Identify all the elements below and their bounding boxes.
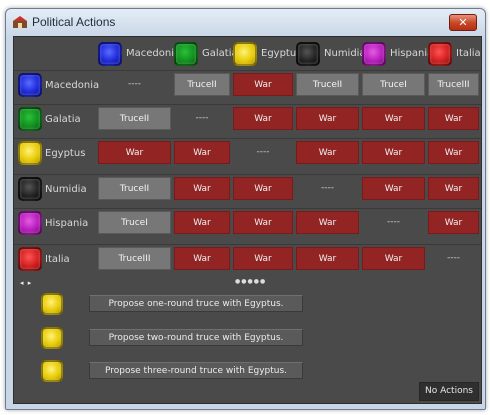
hispania-emblem-icon	[362, 42, 386, 66]
macedonia-emblem-icon	[98, 42, 122, 66]
relation-cell-war[interactable]: War	[233, 177, 293, 200]
numidia-emblem-icon	[296, 42, 320, 66]
relation-cell-none: ----	[321, 183, 334, 193]
diplomacy-panel: Macedonia Galatia Egyptus Numidia Hispania It…	[13, 36, 482, 404]
title-bar[interactable]: Political Actions ✕	[6, 9, 485, 35]
propose-truce-button[interactable]: Propose three-round truce with Egyptus.	[89, 362, 303, 379]
row-divider	[14, 104, 481, 105]
macedonia-emblem-icon	[18, 73, 42, 97]
relation-cell-war[interactable]: War	[428, 141, 479, 164]
relation-cell-truce[interactable]: TruceI	[98, 211, 171, 234]
relation-cell-war[interactable]: War	[428, 107, 479, 130]
relation-cell-war[interactable]: War	[362, 107, 425, 130]
relation-cell-none: ----	[128, 79, 141, 89]
relation-cell-war[interactable]: War	[98, 141, 171, 164]
relation-cell-war[interactable]: War	[362, 141, 425, 164]
row-divider	[14, 174, 481, 175]
relation-cell-war[interactable]: War	[233, 247, 293, 270]
close-button[interactable]: ✕	[449, 14, 477, 31]
galatia-emblem-icon	[174, 42, 198, 66]
row-header-label: Macedonia	[45, 80, 100, 91]
relation-cell-truce[interactable]: TruceI	[362, 73, 425, 96]
row-header-label: Galatia	[45, 114, 81, 125]
row-header-label: Hispania	[45, 218, 89, 229]
relation-cell-war[interactable]: War	[296, 141, 359, 164]
row-header-label: Numidia	[45, 184, 87, 195]
row-divider	[14, 244, 481, 245]
numidia-emblem-icon	[18, 177, 42, 201]
relation-cell-war[interactable]: War	[296, 107, 359, 130]
column-header-label: Italia	[456, 48, 481, 59]
row-header-label: Egyptus	[45, 148, 86, 159]
relation-cell-none: ----	[387, 217, 400, 227]
column-header-label: Macedonia	[126, 48, 181, 59]
italia-emblem-icon	[428, 42, 452, 66]
relation-cell-none: ----	[256, 147, 270, 157]
relation-cell-war[interactable]: War	[174, 177, 230, 200]
italia-emblem-icon	[18, 247, 42, 271]
row-divider	[14, 70, 481, 71]
egyptus-emblem-icon	[18, 141, 42, 165]
relation-cell-truce[interactable]: TruceIII	[428, 73, 479, 96]
relation-cell-war[interactable]: War	[233, 107, 293, 130]
row-divider	[14, 208, 481, 209]
egyptus-emblem-icon	[233, 42, 257, 66]
page-dots[interactable]: ●●●●●	[235, 278, 266, 285]
relation-cell-war[interactable]: War	[362, 177, 425, 200]
row-divider	[14, 138, 481, 139]
relation-cell-war[interactable]: War	[174, 141, 230, 164]
egyptus-emblem-icon	[41, 293, 63, 315]
row-header-label: Italia	[45, 254, 70, 265]
app-icon	[13, 16, 27, 28]
relation-cell-war[interactable]: War	[428, 177, 479, 200]
relation-cell-war[interactable]: War	[174, 247, 230, 270]
propose-truce-button[interactable]: Propose one-round truce with Egyptus.	[89, 295, 303, 312]
column-header-label: Numidia	[324, 48, 366, 59]
scroll-arrows[interactable]: ◂ ▸	[20, 279, 32, 287]
relation-cell-war[interactable]: War	[296, 211, 359, 234]
relation-cell-war[interactable]: War	[174, 211, 230, 234]
relation-cell-truce[interactable]: TruceIII	[98, 247, 171, 270]
relation-cell-war[interactable]: War	[233, 211, 293, 234]
relation-cell-none: ----	[195, 113, 209, 123]
no-actions-button[interactable]: No Actions	[419, 382, 479, 401]
relation-cell-war[interactable]: War	[428, 211, 479, 234]
relation-cell-truce[interactable]: TruceII	[98, 177, 171, 200]
window-title: Political Actions	[32, 15, 116, 29]
relation-cell-none: ----	[447, 253, 460, 263]
relation-cell-war[interactable]: War	[362, 247, 425, 270]
relation-cell-truce[interactable]: TruceII	[296, 73, 359, 96]
column-header-label: Hispania	[390, 48, 434, 59]
galatia-emblem-icon	[18, 107, 42, 131]
relation-cell-war[interactable]: War	[233, 73, 293, 96]
propose-truce-button[interactable]: Propose two-round truce with Egyptus.	[89, 329, 303, 346]
relation-cell-truce[interactable]: TruceII	[98, 107, 171, 130]
egyptus-emblem-icon	[41, 360, 63, 382]
hispania-emblem-icon	[18, 211, 42, 235]
egyptus-emblem-icon	[41, 327, 63, 349]
relation-cell-war[interactable]: War	[296, 247, 359, 270]
relation-cell-truce[interactable]: TruceII	[174, 73, 230, 96]
political-actions-window: Political Actions ✕ Macedonia Galatia Egyp…	[5, 8, 486, 410]
